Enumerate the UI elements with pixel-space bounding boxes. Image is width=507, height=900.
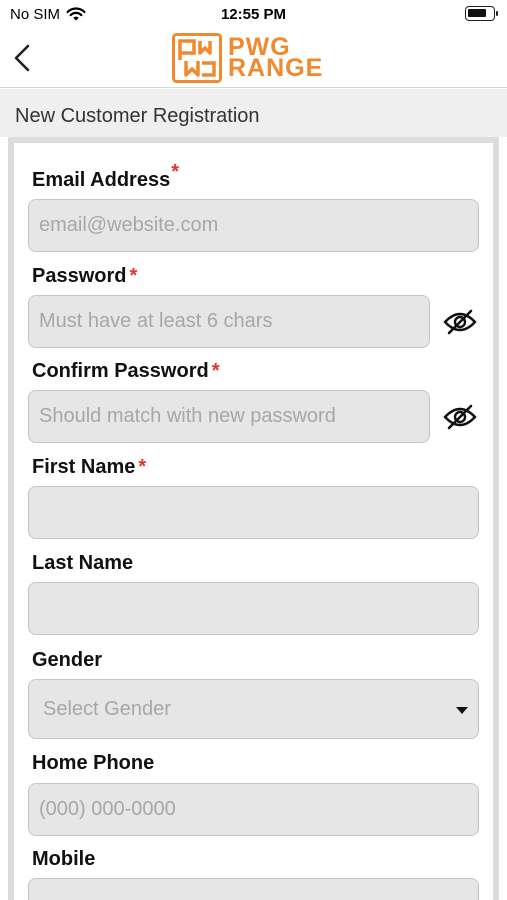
brand-wordmark: PWG RANGE (228, 35, 324, 82)
brand-line-2: RANGE (228, 54, 324, 82)
status-bar: No SIM 12:55 PM (0, 0, 507, 30)
mobile-input[interactable] (28, 878, 479, 900)
battery-icon (465, 6, 498, 21)
password-input[interactable]: Must have at least 6 chars (28, 295, 430, 348)
confirm-password-input[interactable]: Should match with new password (28, 390, 430, 443)
page-title: New Customer Registration (15, 105, 260, 127)
eye-off-icon[interactable] (443, 308, 477, 336)
last-name-label: Last Name (32, 552, 134, 574)
chevron-left-icon[interactable] (10, 42, 36, 74)
status-right (465, 6, 498, 21)
status-time: 12:55 PM (220, 6, 287, 23)
first-name-label-text: First Name (32, 456, 136, 478)
registration-form-card: Email Address* email@website.com Passwor… (8, 137, 499, 900)
last-name-input[interactable] (28, 582, 479, 635)
registration-form: Email Address* email@website.com Passwor… (14, 143, 493, 900)
email-input[interactable]: email@website.com (28, 199, 479, 252)
password-label-text: Password (32, 265, 127, 287)
first-name-label: First Name * (32, 456, 146, 479)
brand-mark-icon (172, 33, 222, 83)
email-label-text: Email Address (32, 169, 171, 191)
gender-select[interactable]: Select Gender (28, 679, 479, 739)
confirm-password-placeholder: Should match with new password (39, 405, 336, 427)
mobile-label: Mobile (32, 848, 96, 870)
email-required-marker: * (171, 161, 179, 183)
page-header: New Customer Registration (0, 89, 507, 137)
first-name-input[interactable] (28, 486, 479, 539)
confirm-password-label: Confirm Password * (32, 360, 220, 383)
password-required-marker: * (129, 265, 138, 287)
confirm-password-label-text: Confirm Password (32, 360, 209, 382)
eye-off-icon[interactable] (443, 403, 477, 431)
password-label: Password * (32, 265, 137, 288)
gender-placeholder: Select Gender (43, 697, 171, 720)
gender-label: Gender (32, 649, 103, 671)
password-placeholder: Must have at least 6 chars (39, 310, 273, 332)
home-phone-input[interactable]: (000) 000-0000 (28, 783, 479, 836)
first-name-required-marker: * (138, 456, 147, 478)
caret-down-icon (456, 707, 468, 714)
nav-bar: PWG RANGE (0, 30, 507, 88)
brand-logo: PWG RANGE (172, 32, 323, 84)
confirm-password-required-marker: * (211, 360, 220, 382)
email-label: Email Address* (32, 161, 179, 192)
home-phone-label: Home Phone (32, 752, 155, 774)
home-phone-placeholder: (000) 000-0000 (39, 798, 176, 820)
email-placeholder: email@website.com (39, 214, 219, 236)
